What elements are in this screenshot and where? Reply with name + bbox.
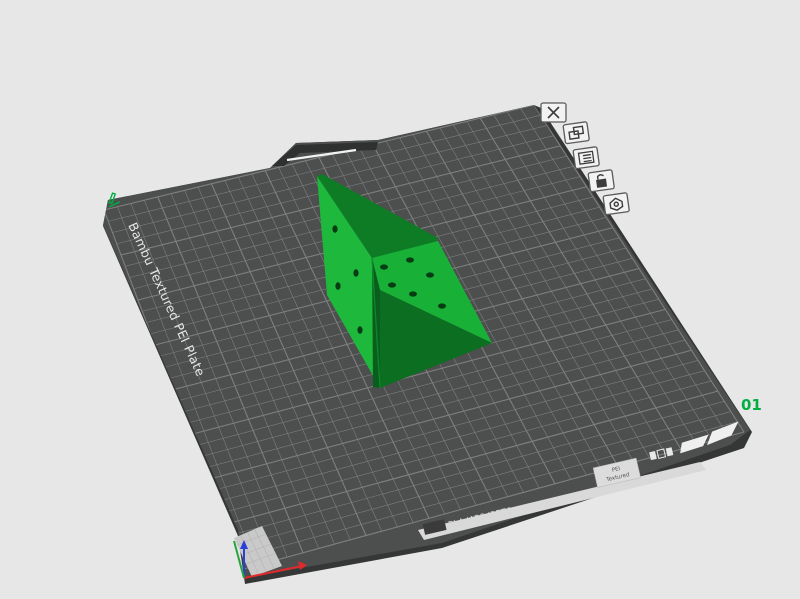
plate-number: 01	[741, 396, 762, 414]
plate-settings-button[interactable]	[572, 146, 600, 170]
auto-orient-button[interactable]	[602, 192, 630, 216]
3d-viewport[interactable]: PLA/ABS/PETG PEI Textured Bambu Textured…	[0, 0, 800, 599]
remove-plate-button[interactable]	[540, 102, 567, 123]
arrange-button[interactable]	[562, 121, 590, 145]
lock-plate-button[interactable]	[587, 169, 615, 193]
